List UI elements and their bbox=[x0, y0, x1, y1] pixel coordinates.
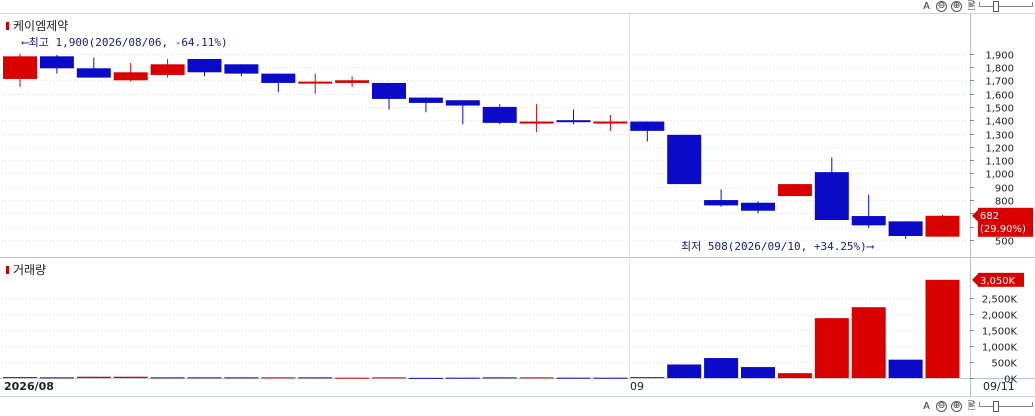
candle-body bbox=[113, 72, 148, 81]
text-tool-button[interactable]: A bbox=[921, 401, 932, 412]
volume-bar bbox=[630, 377, 665, 379]
volume-bar bbox=[298, 377, 333, 379]
volume-bar bbox=[3, 377, 37, 379]
volume-pane-title: 거래량 bbox=[6, 261, 46, 278]
volume-tick-label: 2,500K bbox=[982, 295, 1018, 306]
price-tick-label: 1,200 bbox=[985, 144, 1014, 155]
volume-bar bbox=[39, 377, 74, 379]
volume-bar bbox=[224, 377, 259, 379]
price-tick-label: 1,800 bbox=[985, 64, 1014, 75]
price-tick-label: 800 bbox=[995, 197, 1014, 208]
volume-title: 거래량 bbox=[13, 263, 47, 277]
price-tick-label: 1,400 bbox=[985, 117, 1014, 128]
candle-body bbox=[704, 200, 739, 206]
candle-body bbox=[925, 215, 960, 237]
zoom-out-button[interactable]: ⊖ bbox=[936, 401, 947, 412]
scroll-slider[interactable] bbox=[979, 401, 1033, 412]
volume-bar bbox=[187, 377, 222, 379]
volume-bar bbox=[556, 377, 591, 379]
volume-bar bbox=[888, 359, 923, 378]
price-tick-label: 1,100 bbox=[985, 157, 1014, 168]
volume-bar bbox=[593, 377, 628, 379]
candle-body bbox=[556, 120, 591, 123]
volume-tick-label: 2,000K bbox=[982, 311, 1018, 322]
volume-bar bbox=[372, 377, 406, 379]
volume-bar bbox=[150, 377, 185, 379]
volume-tick-label: 1,500K bbox=[982, 327, 1018, 338]
candle-body bbox=[408, 97, 443, 103]
candle-body bbox=[482, 106, 517, 123]
volume-bar bbox=[113, 376, 148, 378]
x-label-mid: 09 bbox=[630, 380, 644, 393]
x-label-end: 09/11 bbox=[983, 380, 1015, 393]
price-tick-label: 1,500 bbox=[985, 104, 1014, 115]
price-tick-label: 1,900 bbox=[985, 51, 1014, 62]
volume-bar bbox=[482, 377, 517, 379]
volume-bar bbox=[519, 377, 554, 379]
candle-body bbox=[187, 58, 222, 73]
volume-bar bbox=[76, 376, 111, 378]
bottom-toolbar: A ⊖ ⊕ 🖹 bbox=[0, 396, 1035, 416]
current-volume-label: 3,050K bbox=[980, 276, 1016, 287]
candle-body bbox=[261, 73, 296, 83]
candle-body bbox=[298, 81, 333, 84]
candle-body bbox=[741, 202, 775, 211]
candle-body bbox=[814, 172, 849, 221]
candle-body bbox=[851, 216, 886, 226]
price-tick-label: 1,000 bbox=[985, 170, 1014, 181]
current-change-label: (29.90%) bbox=[980, 224, 1026, 235]
volume-bar bbox=[704, 358, 739, 378]
x-label-start: 2026/08 bbox=[4, 380, 54, 393]
volume-bar bbox=[741, 367, 775, 378]
low-annotation: 최저 508(2026/09/10, +34.25%)⟶ bbox=[681, 240, 874, 253]
title-marker-icon bbox=[6, 21, 9, 30]
price-tick-label: 500 bbox=[995, 237, 1014, 248]
candle-body bbox=[445, 100, 480, 106]
candle-body bbox=[667, 134, 702, 185]
candle-body bbox=[777, 184, 812, 197]
volume-bar bbox=[777, 373, 812, 378]
candle-body bbox=[888, 221, 923, 237]
candle-body bbox=[150, 64, 185, 75]
candle-body bbox=[372, 82, 406, 99]
candle-body bbox=[224, 64, 259, 74]
high-annotation: ⟵최고 1,900(2026/08/06, -64.11%) bbox=[22, 36, 228, 49]
candle-body bbox=[593, 121, 628, 124]
chart-tools-bottom: A ⊖ ⊕ 🖹 bbox=[921, 400, 977, 413]
volume-bar bbox=[408, 377, 443, 379]
slider-thumb[interactable] bbox=[993, 401, 999, 412]
zoom-in-button[interactable]: ⊕ bbox=[951, 401, 962, 412]
candle-body bbox=[76, 68, 111, 78]
title-marker-icon bbox=[6, 265, 9, 274]
volume-bar bbox=[814, 318, 849, 378]
candle-body bbox=[335, 80, 370, 83]
stock-chart: 5006007008009001,0001,1001,2001,3001,400… bbox=[0, 14, 1035, 396]
volume-bar bbox=[445, 377, 480, 379]
volume-bar bbox=[851, 307, 886, 378]
volume-bar bbox=[667, 364, 702, 378]
price-tick-label: 1,600 bbox=[985, 91, 1014, 102]
volume-tick-label: 1,000K bbox=[982, 343, 1018, 354]
stock-name: 케이엠제약 bbox=[13, 19, 69, 33]
price-pane-title: 케이엠제약 bbox=[6, 17, 68, 34]
price-tick-label: 1,300 bbox=[985, 131, 1014, 142]
save-icon[interactable]: 🖹 bbox=[966, 401, 977, 412]
price-tick-label: 900 bbox=[995, 184, 1014, 195]
volume-bar bbox=[925, 279, 960, 378]
current-price-label: 682 bbox=[980, 211, 999, 222]
price-tick-label: 1,700 bbox=[985, 77, 1014, 88]
candle-body bbox=[630, 121, 665, 131]
volume-bar bbox=[335, 377, 370, 379]
candle-body bbox=[39, 56, 74, 69]
volume-bar bbox=[261, 377, 296, 379]
candle-body bbox=[3, 56, 37, 79]
volume-tick-label: 500K bbox=[991, 359, 1017, 370]
candle-body bbox=[519, 121, 554, 124]
